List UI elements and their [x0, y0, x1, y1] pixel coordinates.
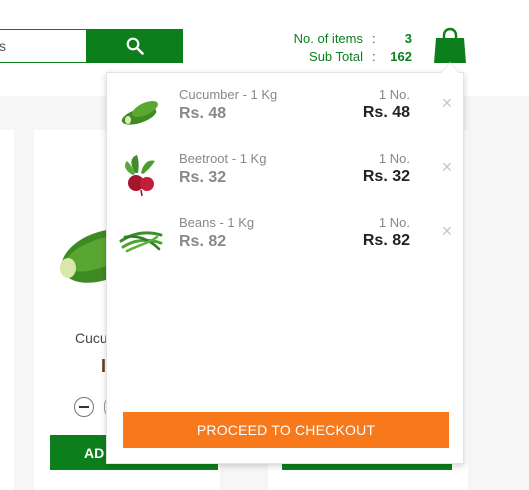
product-card-partial	[0, 130, 14, 490]
subtotal-value: 162	[390, 49, 412, 64]
beans-thumbnail	[119, 231, 163, 253]
items-count-colon: :	[372, 31, 376, 46]
beetroot-thumbnail	[125, 155, 155, 197]
cart-item-unit-price: Rs. 32	[179, 169, 227, 186]
remove-item-icon[interactable]: ×	[439, 94, 455, 112]
cart-item-quantity: 1 No.	[378, 151, 410, 166]
cart-item-total: Rs. 48	[362, 104, 410, 121]
cart-item-unit-price: Rs. 48	[179, 105, 227, 122]
dropdown-caret	[441, 63, 459, 73]
cart-item-total: Rs. 32	[362, 168, 410, 185]
cucumber-thumbnail	[121, 100, 158, 125]
items-count-value: 3	[404, 31, 412, 46]
cart-item-quantity: 1 No.	[378, 87, 410, 102]
cart-item-name: Beetroot - 1 Kg	[179, 151, 267, 166]
cart-item: Beetroot - 1 Kg Rs. 32 1 No. Rs. 32 ×	[107, 145, 463, 201]
subtotal-label: Sub Total	[309, 49, 363, 64]
product-name-partial: Cucu	[75, 330, 108, 346]
cart-item-unit-price: Rs. 82	[179, 233, 227, 250]
cart-button[interactable]	[433, 27, 467, 65]
cart-item: Beans - 1 Kg Rs. 82 1 No. Rs. 82 ×	[107, 209, 463, 265]
remove-item-icon[interactable]: ×	[439, 222, 455, 240]
cart-summary: No. of items : 3 Sub Total : 162	[0, 30, 415, 70]
cart-item-total: Rs. 82	[362, 232, 410, 249]
cart-preview-dropdown: Cucumber - 1 Kg Rs. 48 1 No. Rs. 48 × Be…	[106, 72, 464, 464]
cart-item-name: Cucumber - 1 Kg	[179, 87, 278, 102]
proceed-to-checkout-button[interactable]: PROCEED TO CHECKOUT	[123, 412, 449, 448]
items-count-label: No. of items	[293, 31, 363, 46]
shopping-bag-icon	[434, 27, 466, 63]
cart-item: Cucumber - 1 Kg Rs. 48 1 No. Rs. 48 ×	[107, 81, 463, 137]
cart-item-quantity: 1 No.	[378, 215, 410, 230]
cart-item-name: Beans - 1 Kg	[179, 215, 255, 230]
quantity-decrease-button[interactable]	[74, 397, 94, 417]
subtotal-colon: :	[372, 49, 376, 64]
remove-item-icon[interactable]: ×	[439, 158, 455, 176]
